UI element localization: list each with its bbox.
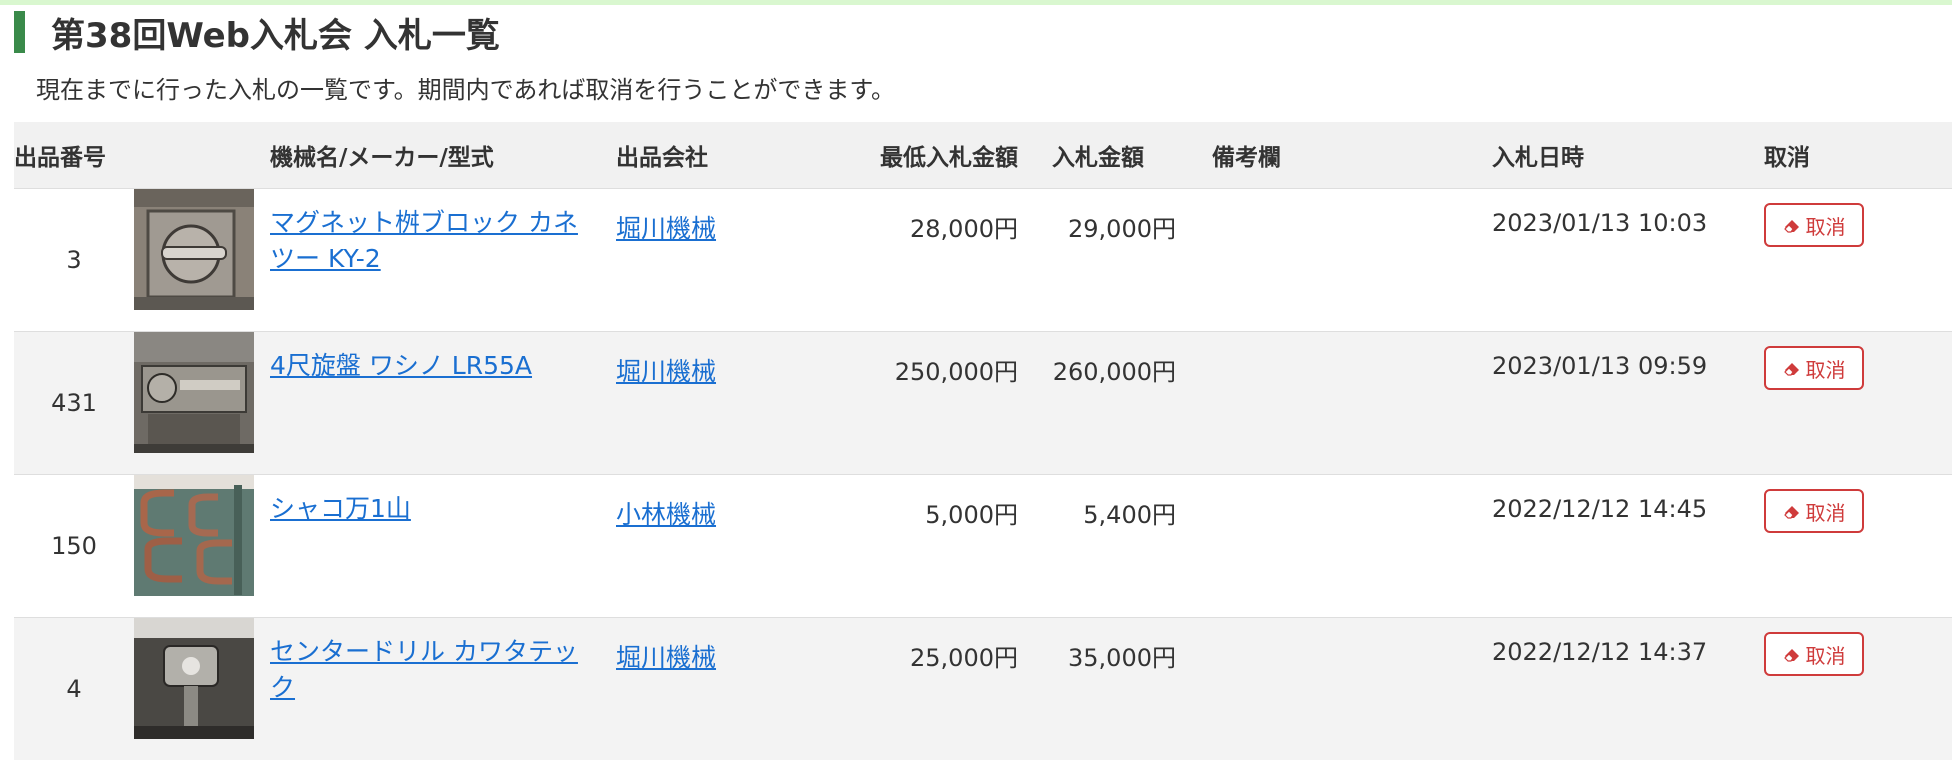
header-no: 出品番号 (14, 122, 134, 189)
machine-name-cell: 4尺旋盤 ワシノ LR55A (270, 332, 616, 475)
machine-name-link[interactable]: マグネット桝ブロック カネツー KY-2 (270, 208, 578, 273)
header-image (134, 122, 270, 189)
bid-price: 260,000円 (1032, 332, 1212, 475)
eraser-icon (1783, 360, 1801, 376)
header-company: 出品会社 (616, 122, 834, 189)
cancel-cell: 取消 (1764, 189, 1952, 332)
center-drill-photo-icon[interactable] (134, 618, 254, 739)
bid-date: 2022/12/12 14:37 (1492, 618, 1764, 760)
header-cancel: 取消 (1764, 122, 1952, 189)
table-row: 431 4尺旋盤 ワシノ LR55A 堀川機 (14, 332, 1952, 475)
table-header-row: 出品番号 機械名/メーカー/型式 出品会社 最低入札金額 入札金額 備考欄 入札… (14, 122, 1952, 189)
bid-price: 29,000円 (1032, 189, 1212, 332)
cancel-cell: 取消 (1764, 475, 1952, 618)
min-price: 25,000円 (834, 618, 1032, 760)
item-thumbnail[interactable] (134, 475, 270, 618)
bid-list-page: 第38回Web入札会 入札一覧 現在までに行った入札の一覧です。期間内であれば取… (0, 0, 1952, 622)
table-row: 150 シャコ万1山 小林機械 (14, 475, 1952, 618)
cancel-button-label: 取消 (1806, 211, 1846, 240)
item-thumbnail[interactable] (134, 618, 270, 760)
company-link[interactable]: 堀川機械 (616, 214, 716, 243)
bid-date: 2023/01/13 09:59 (1492, 332, 1764, 475)
item-thumbnail[interactable] (134, 332, 270, 475)
eraser-icon (1783, 217, 1801, 233)
lot-number: 3 (14, 189, 134, 332)
header-bid-price: 入札金額 (1032, 122, 1212, 189)
lot-number: 4 (14, 618, 134, 760)
note (1212, 189, 1492, 332)
page-description: 現在までに行った入札の一覧です。期間内であれば取消を行うことができます。 (36, 70, 895, 105)
cancel-button-label: 取消 (1806, 354, 1846, 383)
company-cell: 小林機械 (616, 475, 834, 618)
company-link[interactable]: 堀川機械 (616, 643, 716, 672)
bid-table: 出品番号 機械名/メーカー/型式 出品会社 最低入札金額 入札金額 備考欄 入札… (14, 122, 1952, 760)
bid-date: 2023/01/13 10:03 (1492, 189, 1764, 332)
min-price: 250,000円 (834, 332, 1032, 475)
cancel-button[interactable]: 取消 (1764, 203, 1864, 247)
title-accent-bar (14, 11, 25, 53)
note (1212, 475, 1492, 618)
machine-name-link[interactable]: センタードリル カワタテック (270, 637, 578, 702)
lot-number: 431 (14, 332, 134, 475)
note (1212, 332, 1492, 475)
page-header: 第38回Web入札会 入札一覧 (14, 10, 500, 54)
magnet-block-photo-icon[interactable] (134, 189, 254, 310)
bid-date: 2022/12/12 14:45 (1492, 475, 1764, 618)
cancel-button-label: 取消 (1806, 640, 1846, 669)
eraser-icon (1783, 503, 1801, 519)
machine-name-cell: シャコ万1山 (270, 475, 616, 618)
company-cell: 堀川機械 (616, 332, 834, 475)
bid-price: 35,000円 (1032, 618, 1212, 760)
header-min-price: 最低入札金額 (834, 122, 1032, 189)
cancel-button[interactable]: 取消 (1764, 346, 1864, 390)
machine-name-cell: センタードリル カワタテック (270, 618, 616, 760)
cancel-cell: 取消 (1764, 332, 1952, 475)
company-cell: 堀川機械 (616, 189, 834, 332)
company-cell: 堀川機械 (616, 618, 834, 760)
header-date: 入札日時 (1492, 122, 1764, 189)
lathe-photo-icon[interactable] (134, 332, 254, 453)
header-note: 備考欄 (1212, 122, 1492, 189)
item-thumbnail[interactable] (134, 189, 270, 332)
table-row: 3 マグネット桝ブロック カネツー KY-2 堀川機械 (14, 189, 1952, 332)
company-link[interactable]: 小林機械 (616, 500, 716, 529)
bid-price: 5,400円 (1032, 475, 1212, 618)
lot-number: 150 (14, 475, 134, 618)
c-clamp-photo-icon[interactable] (134, 475, 254, 596)
page-title: 第38回Web入札会 入札一覧 (51, 8, 500, 57)
machine-name-cell: マグネット桝ブロック カネツー KY-2 (270, 189, 616, 332)
header-name: 機械名/メーカー/型式 (270, 122, 616, 189)
cancel-cell: 取消 (1764, 618, 1952, 760)
cancel-button-label: 取消 (1806, 497, 1846, 526)
machine-name-link[interactable]: シャコ万1山 (270, 494, 411, 523)
note (1212, 618, 1492, 760)
min-price: 28,000円 (834, 189, 1032, 332)
min-price: 5,000円 (834, 475, 1032, 618)
table-row: 4 センタードリル カワタテック 堀川機械 (14, 618, 1952, 760)
cancel-button[interactable]: 取消 (1764, 632, 1864, 676)
cancel-button[interactable]: 取消 (1764, 489, 1864, 533)
machine-name-link[interactable]: 4尺旋盤 ワシノ LR55A (270, 351, 532, 380)
company-link[interactable]: 堀川機械 (616, 357, 716, 386)
eraser-icon (1783, 646, 1801, 662)
